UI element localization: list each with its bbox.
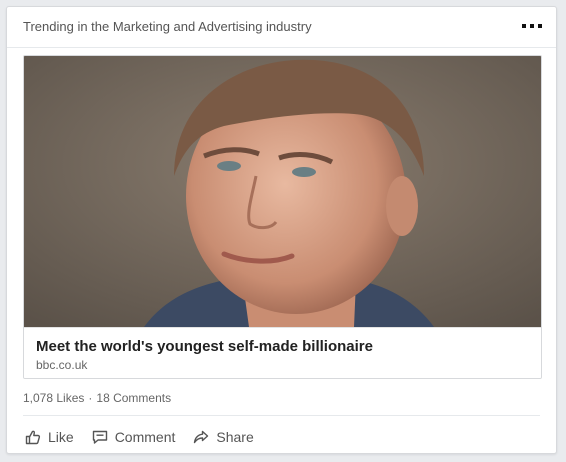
share-button[interactable]: Share: [193, 429, 254, 445]
article-source: bbc.co.uk: [36, 358, 88, 372]
social-counts: 1,078 Likes · 18 Comments: [23, 391, 171, 405]
comment-button[interactable]: Comment: [92, 429, 176, 445]
trending-card: Trending in the Marketing and Advertisin…: [6, 6, 557, 454]
comments-count-link[interactable]: 18 Comments: [96, 391, 171, 405]
share-label: Share: [216, 429, 254, 445]
article-text: Meet the world's youngest self-made bill…: [24, 327, 541, 378]
comment-label: Comment: [114, 429, 176, 445]
article-image: [24, 56, 541, 327]
likes-count-link[interactable]: 1,078 Likes: [23, 391, 84, 405]
portrait-photo: [24, 56, 541, 327]
article-preview[interactable]: Meet the world's youngest self-made bill…: [23, 55, 542, 379]
stats-separator: ·: [88, 391, 93, 405]
more-horizontal-icon: [522, 24, 526, 28]
thumbs-up-icon: [25, 430, 41, 445]
comment-icon: [92, 430, 107, 444]
actions-divider: [23, 415, 540, 416]
more-options-button[interactable]: [522, 22, 544, 30]
article-title[interactable]: Meet the world's youngest self-made bill…: [36, 338, 373, 355]
like-button[interactable]: Like: [25, 429, 74, 445]
social-actions-bar: Like Comment Share: [25, 427, 272, 447]
card-header: Trending in the Marketing and Advertisin…: [7, 7, 556, 48]
card-header-title: Trending in the Marketing and Advertisin…: [23, 19, 312, 34]
like-label: Like: [48, 429, 74, 445]
share-icon: [194, 430, 209, 444]
